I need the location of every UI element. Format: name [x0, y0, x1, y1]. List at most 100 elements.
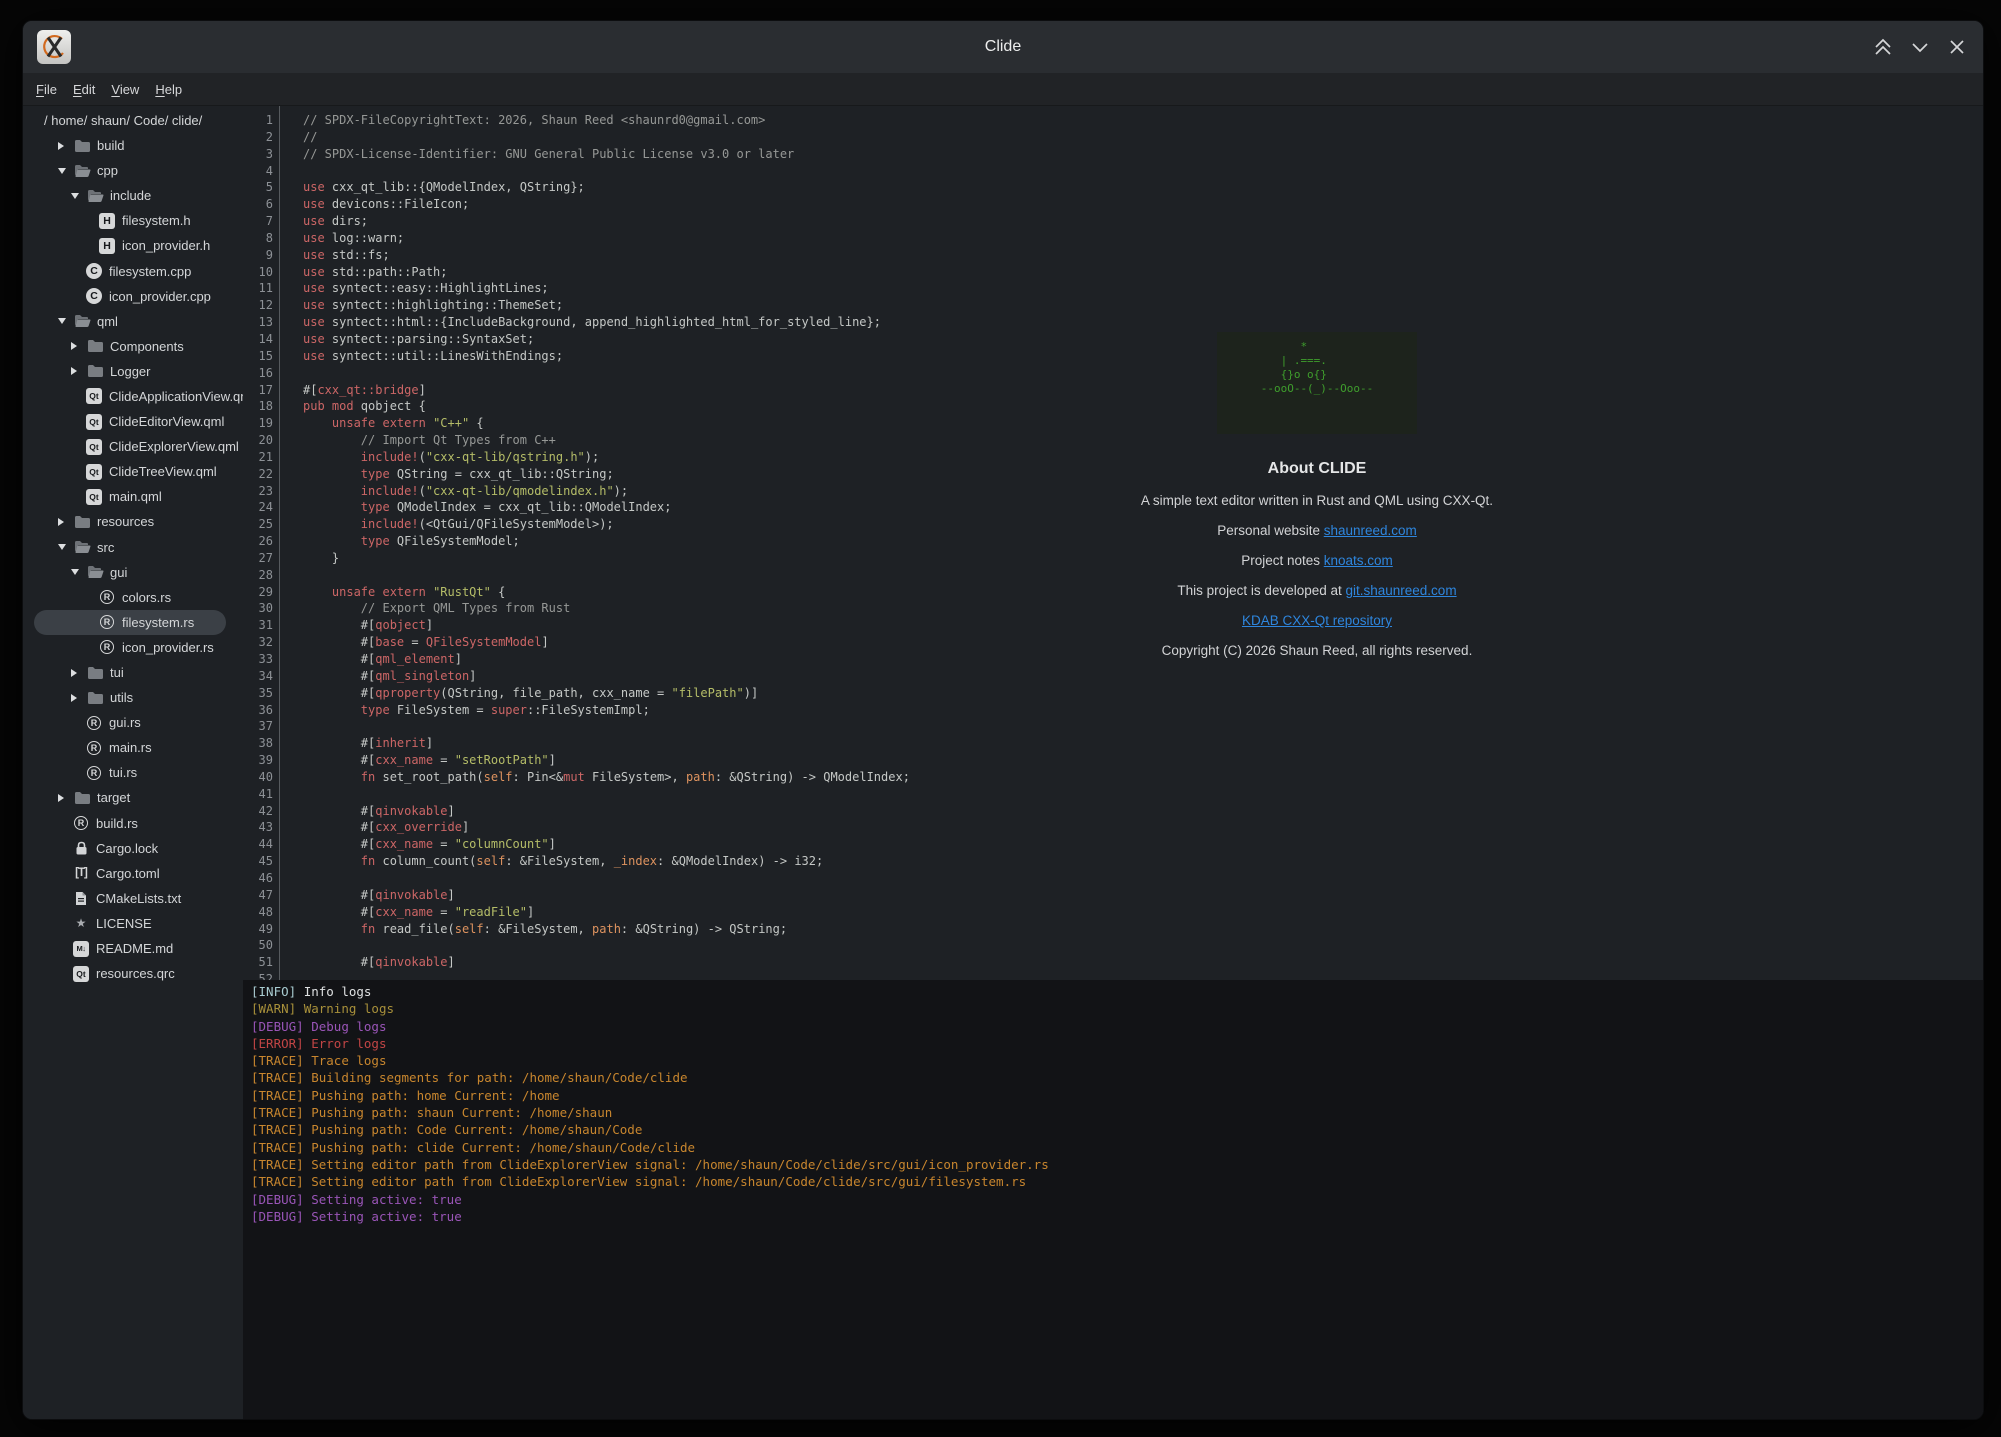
qt-badge: Qt [86, 388, 102, 404]
code-line: use std::path::Path; [303, 264, 910, 281]
tree-item-qml[interactable]: qml [23, 309, 243, 334]
link-kdab-cxx-qt-repository[interactable]: KDAB CXX-Qt repository [1242, 613, 1392, 628]
line-number: 44 [243, 836, 273, 853]
menu-file[interactable]: File [29, 79, 64, 100]
tree-item-main.qml[interactable]: Qtmain.qml [23, 484, 243, 509]
rust-badge: R [100, 590, 114, 604]
code-line: #[cxx_name = "setRootPath"] [303, 752, 910, 769]
chevron-right-icon[interactable] [58, 518, 73, 526]
chevron-right-icon[interactable] [71, 694, 86, 702]
tree-item-filesystem.rs[interactable]: Rfilesystem.rs [23, 610, 243, 635]
code-line: } [303, 550, 910, 567]
tree-item-resources[interactable]: resources [23, 509, 243, 534]
tree-item-filesystem.h[interactable]: Hfilesystem.h [23, 208, 243, 233]
link-git-shaunreed-com[interactable]: git.shaunreed.com [1346, 583, 1457, 598]
tree-item-resources.qrc[interactable]: Qtresources.qrc [23, 961, 243, 986]
tree-item-gui[interactable]: gui [23, 560, 243, 585]
line-number: 12 [243, 297, 273, 314]
log-line: [TRACE] Pushing path: clide Current: /ho… [251, 1139, 1983, 1156]
rust-badge: R [87, 716, 101, 730]
tree-item-icon_provider.h[interactable]: Hicon_provider.h [23, 233, 243, 258]
tree-item-label: cpp [97, 163, 118, 178]
file-tree-panel: / home/ shaun/ Code/ clide/ build cpp incl… [23, 106, 243, 1419]
chevron-right-icon[interactable] [71, 342, 86, 350]
tree-item-CMakeLists.txt[interactable]: CMakeLists.txt [23, 886, 243, 911]
line-number: 3 [243, 146, 273, 163]
log-line: [ERROR] Error logs [251, 1035, 1983, 1052]
code-line: unsafe extern "C++" { [303, 415, 910, 432]
tree-item-src[interactable]: src [23, 535, 243, 560]
tree-item-utils[interactable]: utils [23, 685, 243, 710]
tree-item-icon_provider.cpp[interactable]: Cicon_provider.cpp [23, 284, 243, 309]
menu-edit[interactable]: Edit [66, 79, 102, 100]
tree-item-Cargo.toml[interactable]: [T]Cargo.toml [23, 861, 243, 886]
tree-item-Logger[interactable]: Logger [23, 359, 243, 384]
tree-item-Cargo.lock[interactable]: Cargo.lock [23, 836, 243, 861]
tree-item-cpp[interactable]: cpp [23, 158, 243, 183]
link-knoats-com[interactable]: knoats.com [1324, 553, 1393, 568]
maximize-button[interactable] [1871, 36, 1895, 58]
tree-item-target[interactable]: target [23, 785, 243, 810]
tree-item-tui[interactable]: tui [23, 660, 243, 685]
folder-open-icon [87, 189, 104, 203]
tree-item-build.rs[interactable]: Rbuild.rs [23, 811, 243, 836]
tree-item-main.rs[interactable]: Rmain.rs [23, 735, 243, 760]
tree-item-gui.rs[interactable]: Rgui.rs [23, 710, 243, 735]
chevron-right-icon[interactable] [71, 669, 86, 677]
tree-item-colors.rs[interactable]: Rcolors.rs [23, 585, 243, 610]
line-number: 14 [243, 331, 273, 348]
ascii-art-logo: * | .===. {}o o{} --ooO--(_)--Ooo-- [1217, 332, 1418, 434]
chevron-down-icon[interactable] [71, 569, 86, 575]
chevron-down-icon[interactable] [58, 168, 73, 174]
close-icon [1946, 36, 1968, 58]
code-lines[interactable]: // SPDX-FileCopyrightText: 2026, Shaun R… [280, 106, 910, 980]
tree-item-label: filesystem.rs [122, 615, 194, 630]
log-line: [DEBUG] Debug logs [251, 1018, 1983, 1035]
tree-item-label: main.qml [109, 489, 162, 504]
qt-badge: Qt [86, 414, 102, 430]
tree-item-Components[interactable]: Components [23, 334, 243, 359]
line-number: 37 [243, 718, 273, 735]
star-icon: ★ [76, 916, 87, 930]
code-line [303, 163, 910, 180]
close-button[interactable] [1945, 36, 1969, 58]
tree-item-LICENSE[interactable]: ★LICENSE [23, 911, 243, 936]
tree-item-ClideEditorView.qml[interactable]: QtClideEditorView.qml [23, 409, 243, 434]
c-badge: C [86, 288, 102, 304]
link-shaunreed-com[interactable]: shaunreed.com [1324, 523, 1417, 538]
tree-item-tui.rs[interactable]: Rtui.rs [23, 760, 243, 785]
chevron-down-icon[interactable] [58, 318, 73, 324]
menu-help[interactable]: Help [148, 79, 189, 100]
line-number: 24 [243, 499, 273, 516]
tree-item-ClideTreeView.qml[interactable]: QtClideTreeView.qml [23, 459, 243, 484]
tree-root-path: / home/ shaun/ Code/ clide/ [23, 108, 243, 133]
chevron-down-icon[interactable] [71, 193, 86, 199]
line-number: 38 [243, 735, 273, 752]
line-number: 7 [243, 213, 273, 230]
tree-item-include[interactable]: include [23, 183, 243, 208]
rust-badge: R [100, 615, 114, 629]
minimize-button[interactable] [1908, 36, 1932, 58]
titlebar: Clide [23, 21, 1983, 73]
chevron-right-icon[interactable] [71, 367, 86, 375]
code-line: fn set_root_path(self: Pin<&mut FileSyst… [303, 769, 910, 786]
code-line: include!(<QtGui/QFileSystemModel>); [303, 516, 910, 533]
menu-view[interactable]: View [104, 79, 146, 100]
tree-item-icon_provider.rs[interactable]: Ricon_provider.rs [23, 635, 243, 660]
folder-icon [74, 139, 91, 153]
line-number: 43 [243, 819, 273, 836]
tree-item-ClideExplorerView.qml[interactable]: QtClideExplorerView.qml [23, 434, 243, 459]
desktop: Clide [0, 0, 2001, 1437]
tree-item-filesystem.cpp[interactable]: Cfilesystem.cpp [23, 258, 243, 283]
chevron-down-icon[interactable] [58, 544, 73, 550]
code-line: #[qobject] [303, 617, 910, 634]
tree-item-ClideApplicationView.qml[interactable]: QtClideApplicationView.qml [23, 384, 243, 409]
tree-item-build[interactable]: build [23, 133, 243, 158]
code-line: use syntect::highlighting::ThemeSet; [303, 297, 910, 314]
code-line: fn column_count(self: &FileSystem, _inde… [303, 853, 910, 870]
tree-item-label: resources.qrc [96, 966, 175, 981]
tree-item-README.md[interactable]: M↓README.md [23, 936, 243, 961]
code-line [303, 786, 910, 803]
chevron-right-icon[interactable] [58, 794, 73, 802]
chevron-right-icon[interactable] [58, 142, 73, 150]
